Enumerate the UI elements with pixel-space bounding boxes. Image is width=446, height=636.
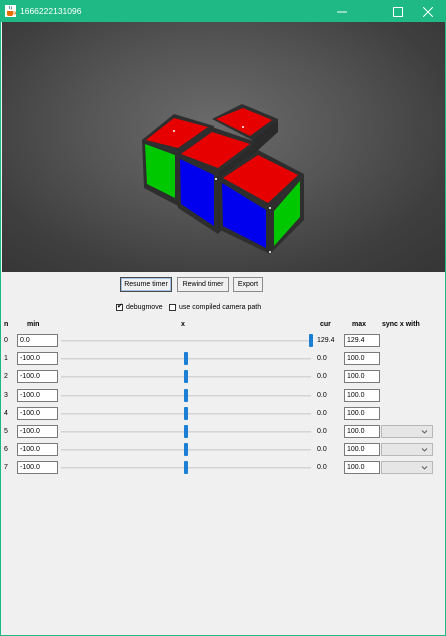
- compiled-camera-path-checkbox[interactable]: [169, 303, 176, 311]
- window-title: 1666222131096: [20, 6, 82, 16]
- min-input[interactable]: -100.0: [17, 370, 58, 384]
- header-sync: sync x with: [382, 321, 420, 328]
- table-row: 5 -100.0 0.0 100.0: [1, 425, 445, 440]
- header-n: n: [4, 321, 9, 328]
- cur-value: 0.0: [317, 355, 327, 363]
- x-slider-thumb[interactable]: [309, 334, 313, 347]
- table-row: 2 -100.0 0.0 100.0: [1, 370, 445, 385]
- max-input[interactable]: 100.0: [344, 388, 380, 402]
- table-row: 4 -100.0 0.0 100.0: [1, 406, 445, 422]
- table-row: 6 -100.0 0.0 100.0: [1, 443, 445, 458]
- min-input[interactable]: -100.0: [17, 406, 58, 420]
- cur-value: 0.0: [317, 391, 327, 399]
- row-index: 7: [4, 464, 8, 472]
- cur-value: 0.0: [317, 464, 327, 472]
- x-slider-thumb[interactable]: [184, 352, 188, 366]
- cube-scene: [142, 104, 304, 254]
- cur-value: 0.0: [317, 446, 327, 454]
- max-input[interactable]: 100.0: [344, 406, 380, 420]
- close-icon: [423, 6, 433, 17]
- 3d-viewport[interactable]: [2, 22, 445, 272]
- debugmove-label: debugmove: [126, 303, 163, 311]
- cur-value: 0.0: [317, 409, 327, 417]
- x-slider-thumb[interactable]: [184, 443, 188, 457]
- min-input[interactable]: -100.0: [17, 461, 58, 475]
- max-input[interactable]: 100.0: [344, 425, 380, 438]
- row-index: 5: [4, 428, 8, 435]
- min-input[interactable]: -100.0: [17, 388, 58, 402]
- table-row: 0 0.0 129.4 129.4: [1, 334, 445, 349]
- table-row: 1 -100.0 0.0 100.0: [1, 352, 445, 367]
- row-index: 2: [4, 373, 8, 381]
- max-input[interactable]: 100.0: [344, 352, 380, 366]
- chevron-down-icon: [421, 466, 428, 471]
- row-index: 1: [4, 355, 8, 363]
- header-min: min: [27, 321, 40, 328]
- x-slider-thumb[interactable]: [184, 388, 188, 402]
- compiled-camera-path-label: use compiled camera path: [179, 303, 262, 311]
- table-row: 7 -100.0 0.0 100.0: [1, 461, 445, 476]
- resume-timer-button[interactable]: Resume timer: [120, 277, 172, 292]
- x-slider[interactable]: [61, 340, 311, 342]
- maximize-button[interactable]: [381, 1, 415, 22]
- row-index: 4: [4, 409, 8, 417]
- sync-select[interactable]: [381, 425, 433, 438]
- maximize-icon: [393, 6, 403, 17]
- min-input[interactable]: -100.0: [17, 425, 58, 438]
- chevron-down-icon: [421, 448, 428, 452]
- chevron-down-icon: [421, 430, 428, 434]
- max-input[interactable]: 100.0: [344, 370, 380, 384]
- header-max: max: [352, 321, 367, 328]
- rewind-timer-button[interactable]: Rewind timer: [177, 277, 229, 292]
- min-input[interactable]: 0.0: [17, 334, 58, 347]
- max-input[interactable]: 100.0: [344, 443, 380, 457]
- minimize-icon: [337, 11, 347, 12]
- x-slider-thumb[interactable]: [184, 461, 188, 475]
- row-index: 6: [4, 446, 8, 454]
- debugmove-checkbox[interactable]: ✔: [116, 302, 123, 311]
- compiled-camera-path-option[interactable]: use compiled camera path: [169, 302, 261, 312]
- x-slider-thumb[interactable]: [184, 370, 188, 384]
- close-button[interactable]: [411, 1, 445, 22]
- sync-select[interactable]: [381, 443, 433, 457]
- max-input[interactable]: 129.4: [344, 334, 380, 347]
- row-index: 0: [4, 337, 8, 344]
- row-index: 3: [4, 391, 8, 399]
- title-bar[interactable]: 1666222131096: [1, 1, 445, 22]
- app-window: 1666222131096 Resume timer Rewind timer …: [0, 0, 446, 636]
- x-slider-thumb[interactable]: [184, 425, 188, 438]
- x-slider-thumb[interactable]: [184, 406, 188, 420]
- min-input[interactable]: -100.0: [17, 352, 58, 366]
- min-input[interactable]: -100.0: [17, 443, 58, 457]
- cur-value: 0.0: [317, 428, 327, 435]
- cur-value: 129.4: [317, 337, 335, 344]
- max-input[interactable]: 100.0: [344, 461, 380, 475]
- java-cup-icon: [5, 5, 16, 17]
- minimize-button[interactable]: [325, 1, 359, 22]
- check-icon: ✔: [117, 302, 123, 310]
- header-cur: cur: [320, 321, 331, 328]
- cur-value: 0.0: [317, 373, 327, 381]
- sync-select[interactable]: [381, 461, 433, 475]
- table-row: 3 -100.0 0.0 100.0: [1, 388, 445, 404]
- debugmove-option[interactable]: ✔ debugmove: [116, 302, 163, 312]
- header-x: x: [181, 321, 185, 328]
- export-button[interactable]: Export: [233, 277, 263, 292]
